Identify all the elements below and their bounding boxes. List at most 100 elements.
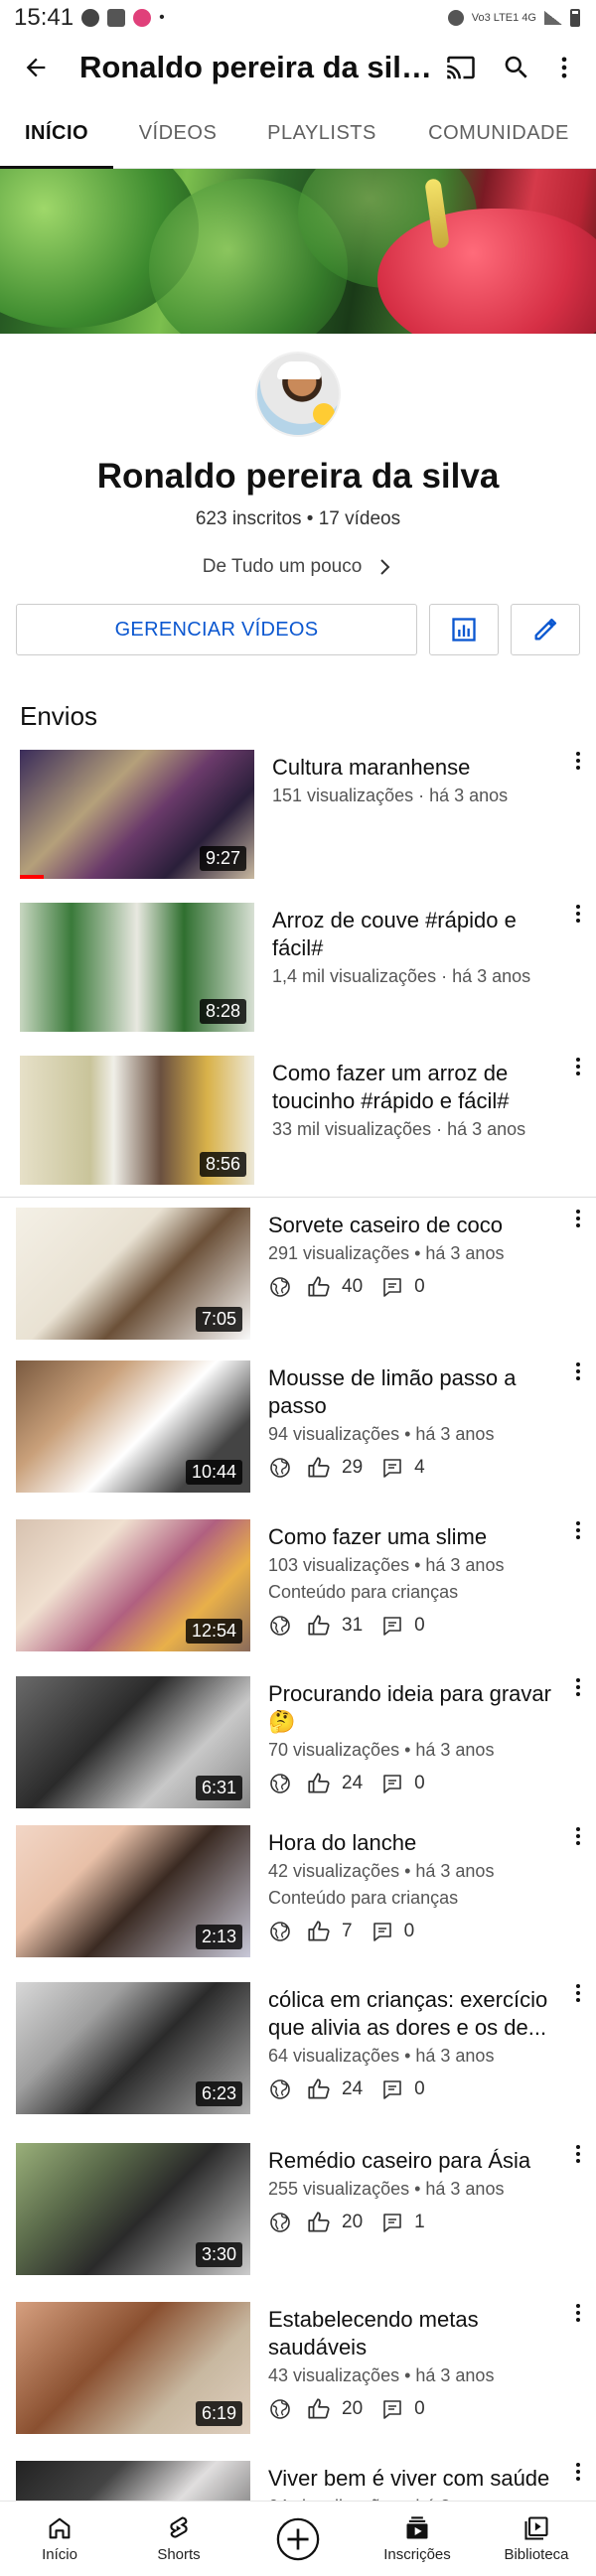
- like-count: 29: [342, 1457, 364, 1478]
- nav-shorts[interactable]: Shorts: [119, 2502, 238, 2576]
- pencil-icon: [534, 618, 557, 641]
- video-duration: 9:27: [199, 846, 246, 871]
- video-menu-button[interactable]: [566, 1982, 590, 2012]
- video-item[interactable]: 8:28 Arroz de couve #rápido e fácil# 1,4…: [0, 903, 596, 1032]
- video-menu-button[interactable]: [566, 1825, 590, 1855]
- cast-button[interactable]: [433, 44, 489, 91]
- analytics-button[interactable]: [429, 604, 499, 655]
- video-thumbnail[interactable]: 3:30: [16, 2143, 250, 2275]
- nav-biblioteca[interactable]: Biblioteca: [477, 2502, 596, 2576]
- back-button[interactable]: [12, 44, 60, 91]
- video-title: Remédio caseiro para Ásia: [268, 2148, 531, 2173]
- video-meta: 94 visualizações • há 3 anos: [268, 1424, 495, 1444]
- more-vertical-icon: [561, 57, 567, 78]
- video-menu-button[interactable]: [566, 750, 590, 780]
- video-thumbnail[interactable]: 6:19: [16, 2302, 250, 2434]
- video-thumbnail[interactable]: 8:56: [20, 1056, 254, 1185]
- video-duration: 10:44: [185, 1460, 242, 1485]
- like-count: 20: [342, 2212, 364, 2232]
- video-menu-button[interactable]: [566, 1676, 590, 1706]
- channel-banner: [0, 169, 596, 334]
- globe-icon: [270, 2399, 290, 2419]
- tab-playlists[interactable]: PLAYLISTS: [242, 99, 401, 168]
- video-item[interactable]: 6:23 cólica em crianças: exercício que al…: [0, 1982, 596, 2131]
- video-duration: 6:31: [195, 1776, 242, 1800]
- video-title: Como fazer um arroz de toucinho #rápido …: [272, 1061, 510, 1113]
- divider: [0, 1197, 596, 1198]
- video-thumbnail[interactable]: 6:31: [16, 1676, 250, 1808]
- video-meta: 1,4 mil visualizações · há 3 anos: [272, 966, 531, 986]
- video-thumbnail[interactable]: 6:23: [16, 1982, 250, 2114]
- video-menu-button[interactable]: [566, 1519, 590, 1549]
- channel-avatar[interactable]: [255, 352, 341, 437]
- video-thumbnail[interactable]: 2:13: [16, 1825, 250, 1957]
- channel-description[interactable]: De Tudo um pouco: [0, 556, 596, 578]
- edit-channel-button[interactable]: [511, 604, 580, 655]
- manage-videos-button[interactable]: GERENCIAR VÍDEOS: [16, 604, 417, 655]
- comment-icon: [383, 1278, 401, 1297]
- video-thumbnail[interactable]: 9:27: [20, 750, 254, 879]
- video-meta: 43 visualizações • há 3 anos: [268, 2365, 495, 2385]
- status-bar: 15:41 • Vo3 LTE1 4G: [0, 0, 596, 36]
- video-menu-button[interactable]: [566, 2461, 590, 2491]
- tab-inicio[interactable]: INÍCIO: [0, 99, 113, 169]
- video-duration: 8:56: [199, 1152, 246, 1177]
- comment-icon: [383, 2214, 401, 2232]
- analytics-icon: [452, 618, 476, 642]
- video-stats: 29 4: [268, 1455, 596, 1481]
- video-item[interactable]: 7:05 Sorvete caseiro de coco 291 visualiza…: [0, 1208, 596, 1349]
- video-item[interactable]: 10:44 Mousse de limão passo a passo 94 vis…: [0, 1360, 596, 1507]
- video-title: Arroz de couve #rápido e fácil#: [272, 908, 517, 960]
- app-icon: [133, 9, 152, 27]
- video-item[interactable]: 2:13 Hora do lanche 42 visualizações • há …: [0, 1825, 596, 1970]
- like-count: 40: [342, 1276, 364, 1297]
- video-thumbnail[interactable]: 12:54: [16, 1519, 250, 1651]
- video-item[interactable]: 6:31 Procurando ideia para gravar 🤔 70 vis…: [0, 1676, 596, 1813]
- comment-count: 0: [414, 1615, 425, 1636]
- video-item[interactable]: 9:27 Cultura maranhense 151 visualizaçõe…: [0, 750, 596, 879]
- video-menu-button[interactable]: [566, 2143, 590, 2173]
- search-button[interactable]: [489, 44, 544, 91]
- video-item[interactable]: 6:19 Estabelecendo metas saudáveis 43 visu…: [0, 2302, 596, 2449]
- comment-icon: [383, 2080, 401, 2099]
- uploads-heading: Envios: [20, 701, 98, 731]
- video-menu-button[interactable]: [566, 903, 590, 932]
- video-menu-button[interactable]: [566, 2302, 590, 2332]
- video-menu-button[interactable]: [566, 1208, 590, 1237]
- video-thumbnail[interactable]: 8:28: [20, 903, 254, 1032]
- more-vertical-icon: [576, 2145, 580, 2163]
- like-count: 20: [342, 2398, 364, 2419]
- video-title: Como fazer uma slime: [268, 1524, 488, 1549]
- channel-title: Ronaldo pereira da silva: [79, 50, 433, 84]
- tab-videos[interactable]: VÍDEOS: [113, 99, 242, 168]
- thumbs-up-icon: [308, 2078, 330, 2099]
- thumbs-up-icon: [308, 2398, 330, 2419]
- nav-inscricoes[interactable]: Inscrições: [358, 2502, 477, 2576]
- video-menu-button[interactable]: [566, 1056, 590, 1085]
- tab-comunidade[interactable]: COMUNIDADE: [401, 99, 596, 168]
- globe-icon: [270, 2079, 290, 2099]
- thumbs-up-icon: [308, 1615, 330, 1636]
- nav-inicio[interactable]: Início: [0, 2502, 119, 2576]
- search-icon: [505, 56, 527, 78]
- video-thumbnail[interactable]: 7:05: [16, 1208, 250, 1340]
- video-meta: 255 visualizações • há 3 anos: [268, 2179, 505, 2199]
- dot-icon: •: [159, 9, 165, 26]
- video-title: Hora do lanche: [268, 1830, 417, 1855]
- video-item[interactable]: 3:30 Remédio caseiro para Ásia 255 visuali…: [0, 2143, 596, 2290]
- avatar-cap: [277, 361, 321, 379]
- comment-count: 4: [414, 1457, 425, 1478]
- video-meta: 33 mil visualizações · há 3 anos: [272, 1119, 526, 1139]
- library-icon: [524, 2516, 548, 2540]
- app-bar: Ronaldo pereira da silva: [0, 36, 596, 99]
- more-button[interactable]: [544, 44, 584, 91]
- video-menu-button[interactable]: [566, 1360, 590, 1390]
- comment-count: 0: [414, 1773, 425, 1793]
- video-item[interactable]: 8:56 Como fazer um arroz de toucinho #rá…: [0, 1056, 596, 1185]
- video-thumbnail[interactable]: 10:44: [16, 1360, 250, 1493]
- more-vertical-icon: [576, 1210, 580, 1227]
- video-item[interactable]: 12:54 Como fazer uma slime 103 visualizaçõ…: [0, 1519, 596, 1664]
- nav-create[interactable]: [238, 2502, 358, 2576]
- video-stats: 24 0: [268, 2076, 596, 2102]
- video-title: cólica em crianças: exercício que alivia…: [268, 1987, 548, 2040]
